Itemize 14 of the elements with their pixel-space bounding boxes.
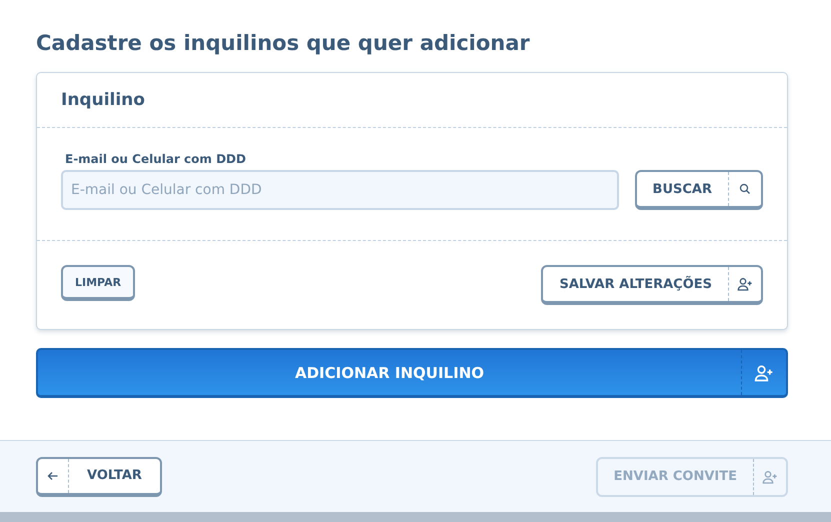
user-plus-icon xyxy=(737,276,753,292)
back-arrow-icon xyxy=(47,470,59,482)
user-plus-icon xyxy=(762,468,778,484)
page-title: Cadastre os inquilinos que quer adicionar xyxy=(36,30,531,57)
search-icon xyxy=(739,183,751,195)
card-title: Inquilino xyxy=(61,90,145,110)
field-label: E-mail ou Celular com DDD xyxy=(64,152,247,166)
back-button[interactable]: VOLTAR xyxy=(36,456,162,496)
user-plus-icon xyxy=(754,362,774,382)
save-button[interactable]: SALVAR ALTERAÇÕES xyxy=(541,265,763,305)
clear-button[interactable]: LIMPAR xyxy=(61,265,136,301)
search-button[interactable]: BUSCAR xyxy=(634,170,763,210)
contact-input-field[interactable]: E-mail ou Celular com DDD xyxy=(61,170,619,210)
add-tenant-button[interactable]: ADICIONAR INQUILINO xyxy=(36,348,788,398)
